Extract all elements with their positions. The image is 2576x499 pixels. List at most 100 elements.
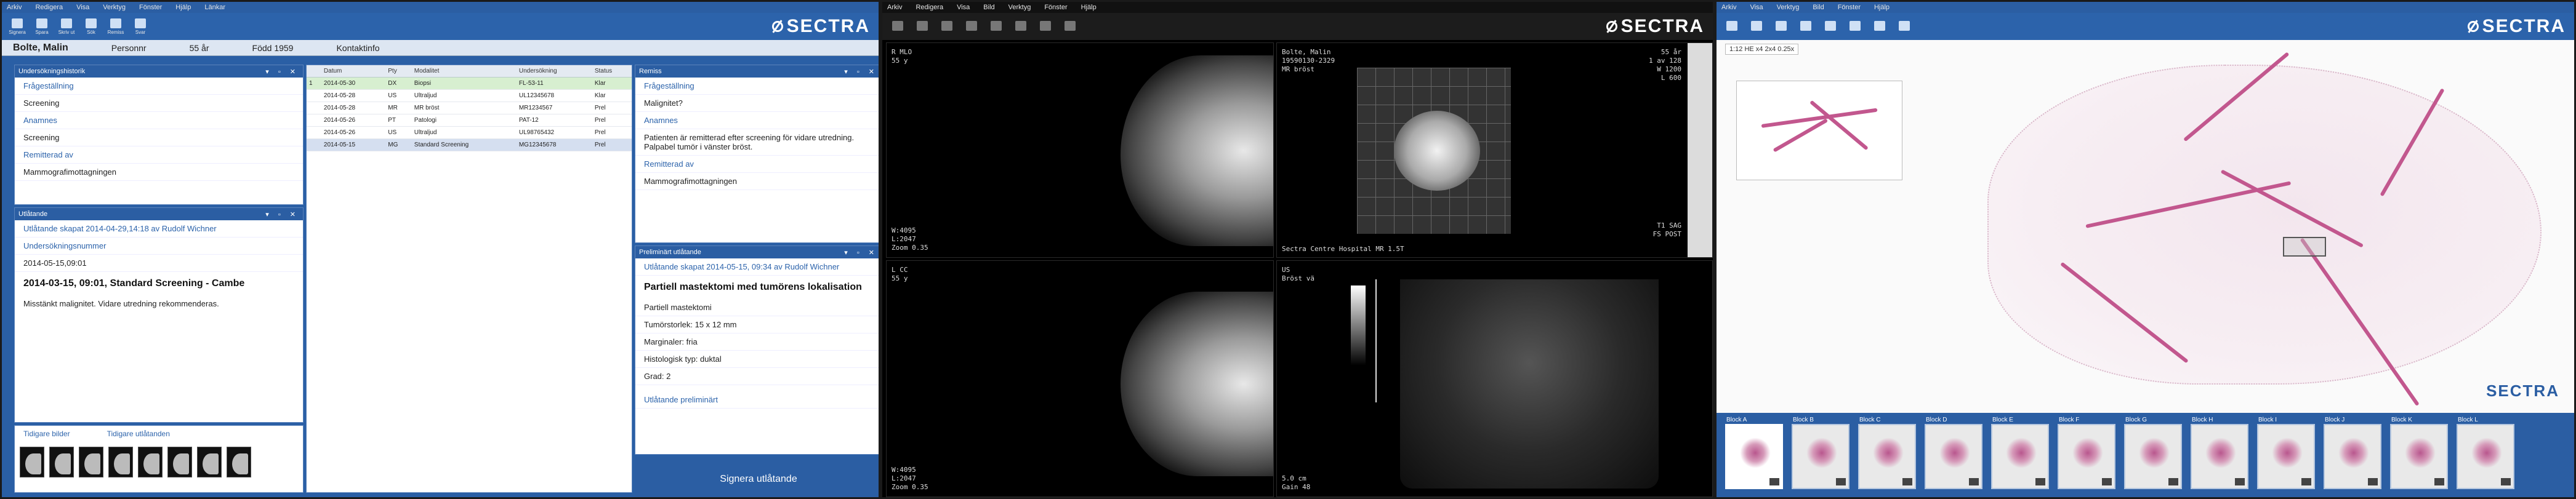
magnification-bar[interactable]: 1:12 HE x4 2x4 0.25x — [1725, 44, 1799, 55]
zoom-in-button[interactable] — [1721, 16, 1742, 37]
prior-thumbnail[interactable] — [79, 447, 103, 477]
report-signed-by[interactable]: Utlåtande skapat 2014-04-29,14:18 av Rud… — [15, 220, 303, 238]
referral-toolbar-button[interactable]: Remiss — [105, 16, 126, 37]
menu-item[interactable]: Verktyg — [1777, 4, 1800, 11]
sign-report-button[interactable]: Signera utlåtande — [635, 457, 879, 497]
mammo-viewport-rmlo[interactable]: R MLO 55 y W:4095 L:2047 Zoom 0.35 — [886, 42, 1274, 258]
compare-button[interactable] — [1845, 16, 1866, 37]
tab-prior-images[interactable]: Tidigare bilder — [23, 429, 70, 438]
prior-thumbnail[interactable] — [138, 447, 163, 477]
column-header[interactable]: Undersökning — [516, 65, 592, 78]
report-footer[interactable]: Utlåtande preliminärt — [635, 391, 879, 409]
measure-button[interactable] — [1795, 16, 1816, 37]
snapshot-button[interactable] — [1820, 16, 1841, 37]
menu-item[interactable]: Arkiv — [7, 4, 22, 11]
menu-item[interactable]: Verktyg — [103, 4, 126, 11]
table-row[interactable]: 2014-05-28 US Ultraljud UL12345678 Klar — [307, 89, 632, 102]
mammo-viewport-lcc[interactable]: L CC 55 y W:4095 L:2047 Zoom 0.35 — [886, 260, 1274, 497]
tab-prior-reports[interactable]: Tidigare utlåtanden — [107, 429, 170, 438]
list-item[interactable]: Anamnes — [635, 112, 879, 129]
pane-controls[interactable]: ▾ ▫ ✕ — [265, 210, 299, 218]
menu-item[interactable]: Bild — [1813, 4, 1824, 11]
menu-item[interactable]: Fönster — [139, 4, 162, 11]
prior-thumbnail[interactable] — [20, 447, 44, 477]
mr-viewport[interactable]: Bolte, Malin 19590130-2329 MR bröst 55 år 1… — [1276, 42, 1713, 258]
menu-item[interactable]: Länkar — [204, 4, 225, 11]
zoom-out-button[interactable] — [1746, 16, 1767, 37]
slide-thumbnail[interactable]: Block L — [2457, 417, 2514, 489]
menu-item[interactable]: Bild — [983, 4, 994, 11]
zoom-tool-button[interactable] — [887, 16, 908, 37]
list-item[interactable]: Remitterad av — [15, 146, 303, 164]
menu-item[interactable]: Redigera — [35, 4, 63, 11]
menu-item[interactable]: Redigera — [916, 4, 943, 11]
slide-thumbnail[interactable]: Block K — [2390, 417, 2448, 489]
menu-item[interactable]: Visa — [957, 4, 970, 11]
menu-item[interactable]: Hjälp — [175, 4, 191, 11]
invert-button[interactable] — [1035, 16, 1056, 37]
report-lines[interactable]: Partiell mastektomi Tumörstorlek: 15 x 12… — [635, 299, 879, 385]
column-header[interactable]: Pty — [385, 65, 412, 78]
menu-item[interactable]: Arkiv — [887, 4, 902, 11]
prior-thumbnail[interactable] — [197, 447, 222, 477]
prior-thumbnail[interactable] — [108, 447, 133, 477]
menu-item[interactable]: Fönster — [1044, 4, 1067, 11]
slide-thumbnail[interactable]: Block F — [2058, 417, 2115, 489]
table-row[interactable]: 2014-05-26 US Ultraljud UL98765432 Prel — [307, 126, 632, 139]
lesion-annotation[interactable] — [2283, 237, 2326, 257]
slide-thumbnail[interactable]: Block G — [2124, 417, 2182, 489]
window-level-button[interactable] — [936, 16, 957, 37]
annotate-button[interactable] — [1771, 16, 1792, 37]
save-toolbar-button[interactable]: Spara — [31, 16, 52, 37]
print-toolbar-button[interactable]: Skriv ut — [56, 16, 77, 37]
rotate-button[interactable] — [1010, 16, 1031, 37]
pane-controls[interactable]: ▾ ▫ ✕ — [844, 68, 878, 76]
column-header[interactable]: Modalitet — [411, 65, 517, 78]
search-toolbar-button[interactable]: Sök — [81, 16, 102, 37]
column-header[interactable]: Datum — [321, 65, 386, 78]
list-item[interactable]: Remitterad av — [635, 156, 879, 173]
menu-item[interactable]: Visa — [76, 4, 89, 11]
series-scrollbar[interactable] — [1688, 43, 1712, 257]
slide-thumbnail[interactable]: Block D — [1925, 417, 1982, 489]
slide-thumbnail[interactable]: Block B — [1792, 417, 1849, 489]
slide-overview[interactable] — [1736, 81, 1902, 180]
table-row[interactable]: 1 2014-05-30 DX Biopsi FL-53-11 Klar — [307, 77, 632, 90]
prior-thumbnail[interactable] — [49, 447, 74, 477]
prior-thumbnail[interactable] — [167, 447, 192, 477]
menu-item[interactable]: Hjälp — [1874, 4, 1890, 11]
prior-thumbnail[interactable] — [227, 447, 251, 477]
menu-item[interactable]: Verktyg — [1008, 4, 1031, 11]
slide-thumbnail[interactable]: Block C — [1858, 417, 1916, 489]
slide-thumbnail[interactable]: Block J — [2324, 417, 2381, 489]
pan-tool-button[interactable] — [912, 16, 933, 37]
list-item[interactable]: Anamnes — [15, 112, 303, 129]
slide-thumbnail[interactable]: Block H — [2191, 417, 2248, 489]
report-body[interactable]: Misstänkt malignitet. Vidare utredning r… — [15, 295, 303, 312]
table-row[interactable]: 2014-05-28 MR MR bröst MR1234567 Prel — [307, 102, 632, 114]
reset-button[interactable] — [1060, 16, 1081, 37]
table-row[interactable]: 2014-05-15 MG Standard Screening MG12345678… — [307, 138, 632, 151]
menu-item[interactable]: Fönster — [1838, 4, 1861, 11]
pane-controls[interactable]: ▾ ▫ ✕ — [844, 249, 878, 257]
menu-item[interactable]: Visa — [1750, 4, 1763, 11]
pane-controls[interactable]: ▾ ▫ ✕ — [265, 68, 299, 76]
sign-toolbar-button[interactable]: Signera — [7, 16, 28, 37]
report-created-by[interactable]: Utlåtande skapat 2014-05-15, 09:34 av Ru… — [635, 258, 879, 276]
list-item[interactable]: Frågeställning — [15, 78, 303, 95]
menu-item[interactable]: Arkiv — [1721, 4, 1736, 11]
slide-thumbnail[interactable]: Block E — [1991, 417, 2049, 489]
column-header[interactable] — [307, 65, 321, 78]
menu-item[interactable]: Hjälp — [1081, 4, 1097, 11]
list-item[interactable]: Frågeställning — [635, 78, 879, 95]
layout-button[interactable] — [986, 16, 1007, 37]
ultrasound-viewport[interactable]: US Bröst vä 5.0 cm Gain 48 — [1276, 260, 1713, 497]
slide-thumbnail[interactable]: Block I — [2257, 417, 2315, 489]
column-header[interactable]: Status — [592, 65, 632, 78]
overview-button[interactable] — [1869, 16, 1890, 37]
table-row[interactable]: 2014-05-26 PT Patologi PAT-12 Prel — [307, 114, 632, 127]
answer-toolbar-button[interactable]: Svar — [130, 16, 151, 37]
slide-thumbnail[interactable]: Block A — [1725, 417, 1783, 489]
settings-button[interactable] — [1894, 16, 1915, 37]
measure-button[interactable] — [961, 16, 982, 37]
